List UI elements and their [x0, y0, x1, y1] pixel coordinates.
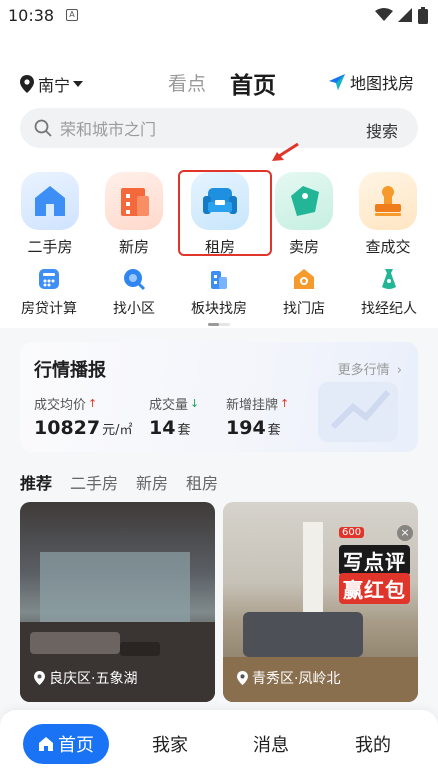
city-name: 南宁: [38, 76, 71, 95]
stat-unit: 套: [177, 423, 191, 438]
signal-icon: [398, 8, 412, 22]
more-market-link[interactable]: 更多行情 ›: [338, 359, 402, 378]
market-title: 行情播报: [34, 360, 106, 381]
tool-label: 板块找房: [191, 301, 247, 317]
page-indicator: [208, 323, 230, 326]
stat-value: 14: [149, 417, 176, 439]
navigation-arrow-icon: [329, 74, 345, 90]
caret-down-icon: [73, 81, 84, 87]
nav-my-home[interactable]: 我家: [150, 724, 190, 764]
card-location-text: 青秀区·凤岭北: [252, 671, 341, 687]
entry-label: 卖房: [288, 238, 319, 256]
tab-kandian[interactable]: 看点: [168, 69, 206, 96]
search-icon: [34, 119, 52, 137]
bottom-nav: 首页 我家 消息 我的: [0, 710, 438, 780]
building-icon: [105, 172, 163, 230]
highlight-box: [178, 170, 272, 256]
search-bar[interactable]: 荣和城市之门 搜索: [20, 108, 418, 148]
chevron-right-icon: ›: [396, 363, 402, 378]
card-location: 良庆区·五象湖: [34, 668, 137, 688]
tab-new-house[interactable]: 新房: [136, 470, 168, 494]
entry-label: 新房: [118, 238, 149, 256]
promo-line2: 赢红包: [339, 573, 410, 604]
tab-rent[interactable]: 租房: [186, 470, 218, 494]
stat-unit: 元/㎡: [102, 423, 133, 438]
stat-new-listings: 新增挂牌 ↑ 194 套: [226, 394, 289, 439]
tab-recommend[interactable]: 推荐: [20, 470, 52, 494]
tool-label: 房贷计算: [21, 301, 77, 317]
map-find-label: 地图找房: [350, 74, 415, 93]
tab-second-hand[interactable]: 二手房: [70, 470, 118, 494]
location-pin-icon: [237, 671, 248, 685]
calculator-icon: [36, 266, 62, 292]
nav-home[interactable]: 首页: [23, 724, 109, 764]
stat-value: 10827: [34, 417, 101, 439]
card-location: 青秀区·凤岭北: [237, 668, 340, 688]
tool-find-agent[interactable]: 找经纪人: [349, 266, 429, 318]
stat-volume: 成交量 ↓ 14 套: [149, 394, 199, 439]
stat-label: 新增挂牌: [226, 398, 279, 413]
entry-sell[interactable]: 卖房: [273, 172, 335, 257]
nav-profile[interactable]: 我的: [353, 724, 393, 764]
market-card[interactable]: 行情播报 更多行情 › 成交均价 ↑ 10827 元/㎡ 成交量 ↓ 14 套 新增挂牌…: [20, 342, 418, 452]
stamp-icon: [359, 172, 417, 230]
city-selector[interactable]: 南宁: [20, 72, 84, 96]
tab-home[interactable]: 首页: [230, 66, 276, 100]
tool-find-store[interactable]: 找门店: [264, 266, 344, 318]
trend-up-icon: ↑: [280, 397, 290, 410]
tool-mortgage[interactable]: 房贷计算: [9, 266, 89, 318]
promo-badge: 600: [339, 527, 365, 538]
entry-new-house[interactable]: 新房: [103, 172, 165, 257]
review-promo-banner[interactable]: 600 × 写点评 赢红包: [335, 525, 417, 605]
stat-label: 成交均价: [34, 398, 87, 413]
location-pin-icon: [20, 75, 34, 93]
entry-deals[interactable]: 查成交: [357, 172, 419, 257]
trend-down-icon: ↓: [190, 397, 200, 410]
stat-label: 成交量: [149, 398, 189, 413]
status-bar: 10:38 A: [0, 0, 438, 32]
entry-label: 二手房: [27, 238, 73, 256]
search-community-icon: [121, 266, 147, 292]
search-placeholder[interactable]: 荣和城市之门: [60, 116, 156, 140]
tool-find-community[interactable]: 找小区: [94, 266, 174, 318]
tool-blocks[interactable]: 板块找房: [179, 266, 259, 318]
listing-card[interactable]: 良庆区·五象湖: [20, 502, 215, 702]
battery-icon: [418, 7, 428, 24]
stat-avg-price: 成交均价 ↑ 10827 元/㎡: [34, 394, 133, 439]
home-icon: [39, 737, 53, 751]
tool-label: 找门店: [283, 301, 325, 317]
location-pin-icon: [34, 671, 45, 685]
entry-label: 查成交: [365, 238, 411, 256]
house-icon: [21, 172, 79, 230]
trend-up-icon: ↑: [88, 397, 98, 410]
map-find-button[interactable]: 地图找房: [328, 70, 414, 94]
stat-unit: 套: [267, 423, 281, 438]
status-time: 10:38: [8, 6, 55, 25]
wifi-icon: [375, 8, 393, 21]
nav-label: 首页: [58, 735, 94, 756]
notification-icon: A: [66, 9, 78, 21]
agent-icon: [376, 266, 402, 292]
store-icon: [291, 266, 317, 292]
stat-value: 194: [226, 417, 266, 439]
tool-label: 找小区: [113, 301, 155, 317]
card-location-text: 良庆区·五象湖: [49, 671, 138, 687]
close-icon[interactable]: ×: [397, 525, 413, 541]
blocks-icon: [206, 266, 232, 292]
annotation-arrow-icon: [272, 142, 299, 161]
nav-messages[interactable]: 消息: [251, 724, 291, 764]
promo-line1: 写点评: [339, 545, 410, 576]
tool-label: 找经纪人: [361, 301, 417, 317]
tag-icon: [275, 172, 333, 230]
search-button[interactable]: 搜索: [366, 118, 398, 142]
recommend-tabs: 推荐 二手房 新房 租房: [20, 470, 218, 494]
entry-second-hand[interactable]: 二手房: [19, 172, 81, 257]
more-market-label: 更多行情: [337, 363, 390, 378]
